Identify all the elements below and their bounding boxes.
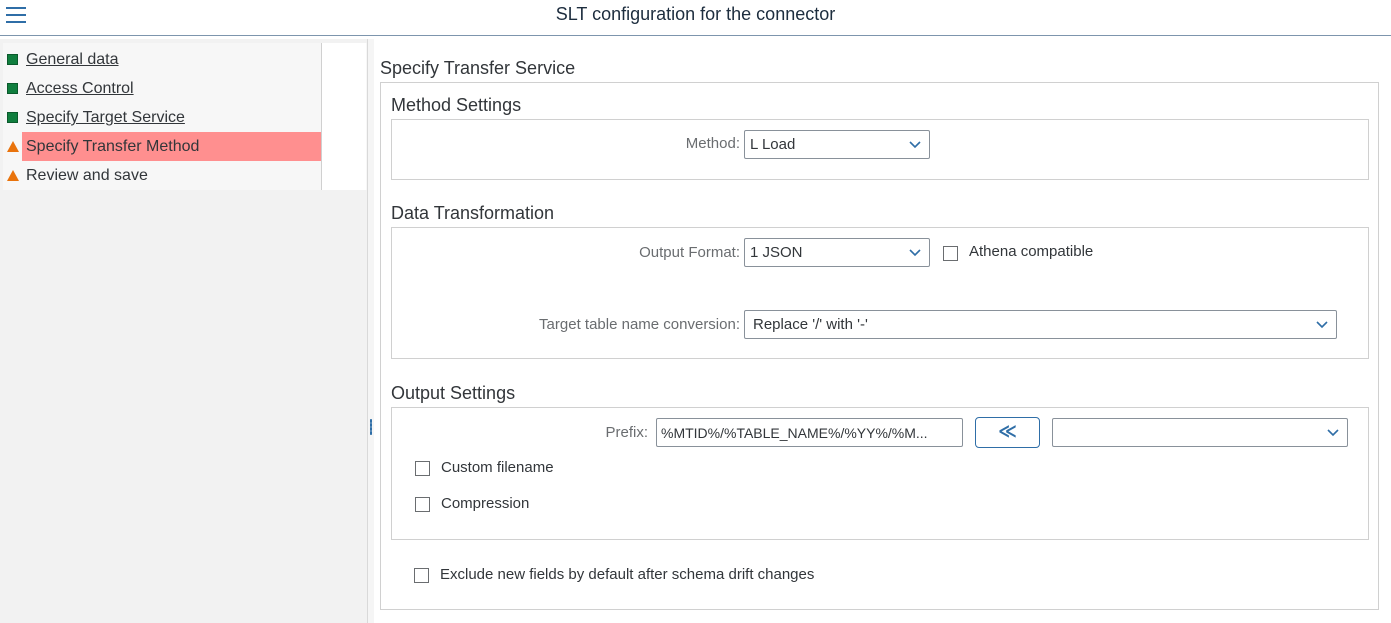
nav-item-label: General data — [26, 51, 119, 68]
data-transformation-group: Output Format: 1 JSON Athena compatible … — [391, 227, 1369, 359]
athena-compatible-label: Athena compatible — [969, 243, 1094, 260]
insert-variable-button[interactable]: ≪ — [975, 417, 1040, 448]
chevron-down-icon — [909, 141, 921, 149]
compression-label: Compression — [441, 495, 530, 512]
nav-item-specify-transfer-method[interactable]: Specify Transfer Method — [3, 132, 321, 161]
output-settings-title: Output Settings — [391, 383, 516, 403]
page-title: SLT configuration for the connector — [555, 4, 836, 24]
output-format-select[interactable]: 1 JSON — [744, 238, 930, 267]
status-complete-icon — [7, 83, 18, 94]
prefix-variable-select[interactable] — [1052, 418, 1348, 447]
status-complete-icon — [7, 112, 18, 123]
table-name-conversion-select[interactable]: Replace '/' with '-' — [744, 310, 1337, 339]
method-settings-group: Method: L Load — [391, 119, 1369, 180]
title-bar: SLT configuration for the connector — [0, 0, 1391, 36]
custom-filename-checkbox[interactable] — [415, 461, 430, 476]
step-list-margin — [321, 43, 366, 190]
method-value: L Load — [750, 136, 796, 153]
compression-checkbox[interactable] — [415, 497, 430, 512]
athena-compatible-checkbox[interactable] — [943, 246, 958, 261]
nav-item-specify-target-service[interactable]: Specify Target Service — [3, 103, 321, 132]
grip-icon — [370, 419, 372, 435]
method-select[interactable]: L Load — [744, 130, 930, 159]
prefix-input[interactable]: %MTID%/%TABLE_NAME%/%YY%/%M... — [656, 418, 963, 447]
output-settings-group: Prefix: %MTID%/%TABLE_NAME%/%YY%/%M... ≪… — [391, 407, 1369, 540]
output-format-label: Output Format: — [639, 244, 740, 261]
nav-item-general-data[interactable]: General data — [3, 45, 321, 74]
nav-item-review-and-save[interactable]: Review and save — [3, 161, 321, 190]
nav-item-label: Specify Transfer Method — [26, 138, 200, 155]
nav-item-label: Access Control — [26, 80, 134, 97]
chevron-down-icon — [1327, 429, 1339, 437]
method-settings-title: Method Settings — [391, 95, 522, 115]
nav-item-label: Review and save — [26, 167, 148, 184]
data-transformation-title: Data Transformation — [391, 203, 555, 223]
exclude-new-fields-label: Exclude new fields by default after sche… — [440, 566, 815, 583]
exclude-new-fields-checkbox[interactable] — [414, 568, 429, 583]
output-format-value: 1 JSON — [750, 244, 803, 261]
table-name-conversion-value: Replace '/' with '-' — [753, 316, 868, 333]
status-complete-icon — [7, 54, 18, 65]
chevron-down-icon — [909, 249, 921, 257]
prefix-label: Prefix: — [605, 424, 648, 441]
status-warning-icon — [7, 141, 19, 152]
method-label: Method: — [685, 135, 740, 152]
transfer-service-panel: Method Settings Method: L Load Data Tran… — [380, 82, 1379, 610]
navigation-pane: General data Access Control Specify Targ… — [0, 39, 368, 623]
nav-item-label: Specify Target Service — [26, 109, 185, 126]
custom-filename-label: Custom filename — [441, 459, 554, 476]
chevron-down-icon — [1316, 321, 1328, 329]
status-warning-icon — [7, 170, 19, 181]
nav-item-access-control[interactable]: Access Control — [3, 74, 321, 103]
pane-splitter[interactable] — [368, 39, 374, 623]
section-title: Specify Transfer Service — [380, 58, 576, 78]
table-name-conversion-label: Target table name conversion: — [539, 316, 740, 333]
